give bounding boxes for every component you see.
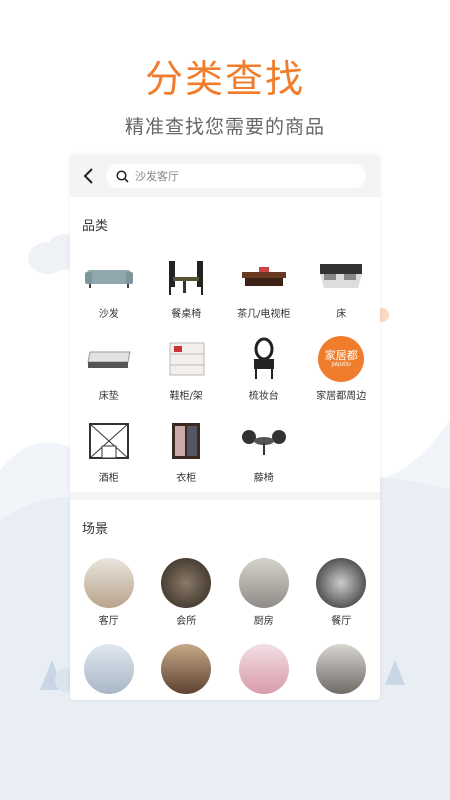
category-label: 茶几/电视柜 xyxy=(237,309,291,320)
scene-living-room[interactable]: 客厅 xyxy=(70,558,148,634)
top-bar: 沙发客厅 xyxy=(70,155,380,197)
wine-cabinet-icon xyxy=(88,423,129,459)
category-label: 床垫 xyxy=(98,391,119,402)
scene-bedroom[interactable] xyxy=(70,644,148,700)
scene-label: 会所 xyxy=(176,616,197,627)
category-label: 衣柜 xyxy=(176,473,197,484)
search-icon xyxy=(116,169,129,183)
category-label: 藤椅 xyxy=(253,473,274,484)
category-title: 品类 xyxy=(82,219,109,234)
brand-badge-icon: 家居都 JIAJUDU xyxy=(318,336,365,382)
category-card: 品类 沙发 餐桌椅 茶几/电视柜 床 床垫 鞋柜/架 梳妆台 家居都 JIAJU… xyxy=(70,197,380,492)
dining-room-photo xyxy=(316,644,367,694)
category-label: 餐桌椅 xyxy=(171,309,202,320)
category-dining[interactable]: 餐桌椅 xyxy=(148,255,226,337)
scene-dining-room[interactable] xyxy=(303,644,381,700)
page-subtitle: 精准查找您需要的商品 xyxy=(124,116,325,138)
search-placeholder: 沙发客厅 xyxy=(135,170,179,183)
category-label: 沙发 xyxy=(98,309,119,320)
category-label: 梳妆台 xyxy=(248,391,279,402)
category-wardrobe[interactable]: 衣柜 xyxy=(148,419,226,501)
category-label: 鞋柜/架 xyxy=(169,391,203,402)
category-rattan-chair[interactable]: 藤椅 xyxy=(225,419,303,501)
back-arrow-icon[interactable] xyxy=(80,167,98,185)
badge-subtext: JIAJUDU xyxy=(331,361,351,368)
wardrobe-icon xyxy=(172,423,201,459)
scene-label: 餐厅 xyxy=(331,616,352,627)
category-label: 家居都周边 xyxy=(316,391,367,402)
category-wine-cabinet[interactable]: 酒柜 xyxy=(70,419,148,501)
scene-clubhouse[interactable]: 会所 xyxy=(148,558,226,634)
clubhouse-photo xyxy=(161,558,212,608)
kitchen-photo xyxy=(238,558,289,608)
rattan-chair-icon xyxy=(241,430,286,455)
scene-kids-room[interactable] xyxy=(225,644,303,700)
tea-table-icon xyxy=(241,267,286,286)
dresser-icon xyxy=(253,337,274,379)
category-label: 床 xyxy=(336,309,347,320)
bedroom-photo xyxy=(83,644,134,694)
scene-label: 厨房 xyxy=(253,616,274,627)
search-input[interactable]: 沙发客厅 xyxy=(106,164,366,188)
bed-icon xyxy=(320,264,363,288)
restaurant-photo xyxy=(316,558,367,608)
category-brand[interactable]: 家居都 JIAJUDU 家居都周边 xyxy=(303,336,381,419)
category-dresser[interactable]: 梳妆台 xyxy=(225,337,303,419)
phone-preview: 沙发客厅 品类 沙发 餐桌椅 茶几/电视柜 床 床垫 鞋柜/架 梳妆台 家居都 … xyxy=(70,155,380,700)
category-label: 酒柜 xyxy=(98,473,119,484)
scene-kitchen[interactable]: 厨房 xyxy=(225,558,303,634)
study-photo xyxy=(161,644,212,694)
scene-card: 场景 客厅 会所 厨房 餐厅 xyxy=(70,500,380,700)
category-sofa[interactable]: 沙发 xyxy=(70,255,148,337)
scene-title: 场景 xyxy=(82,522,109,537)
scene-label: 客厅 xyxy=(98,616,119,627)
scene-restaurant[interactable]: 餐厅 xyxy=(303,558,381,634)
category-mattress[interactable]: 床垫 xyxy=(70,337,148,419)
dining-set-icon xyxy=(169,261,204,295)
category-bed[interactable]: 床 xyxy=(303,255,381,337)
category-tea-table[interactable]: 茶几/电视柜 xyxy=(225,255,303,337)
page-title: 分类查找 xyxy=(144,57,305,101)
scene-study[interactable] xyxy=(148,644,226,700)
category-shoe-cabinet[interactable]: 鞋柜/架 xyxy=(148,337,226,419)
mattress-icon xyxy=(87,351,131,368)
sofa-icon xyxy=(84,270,133,288)
badge-text: 家居都 xyxy=(324,348,358,362)
living-room-photo xyxy=(83,558,134,608)
shoe-cabinet-icon xyxy=(169,342,205,376)
kids-room-photo xyxy=(238,644,289,694)
